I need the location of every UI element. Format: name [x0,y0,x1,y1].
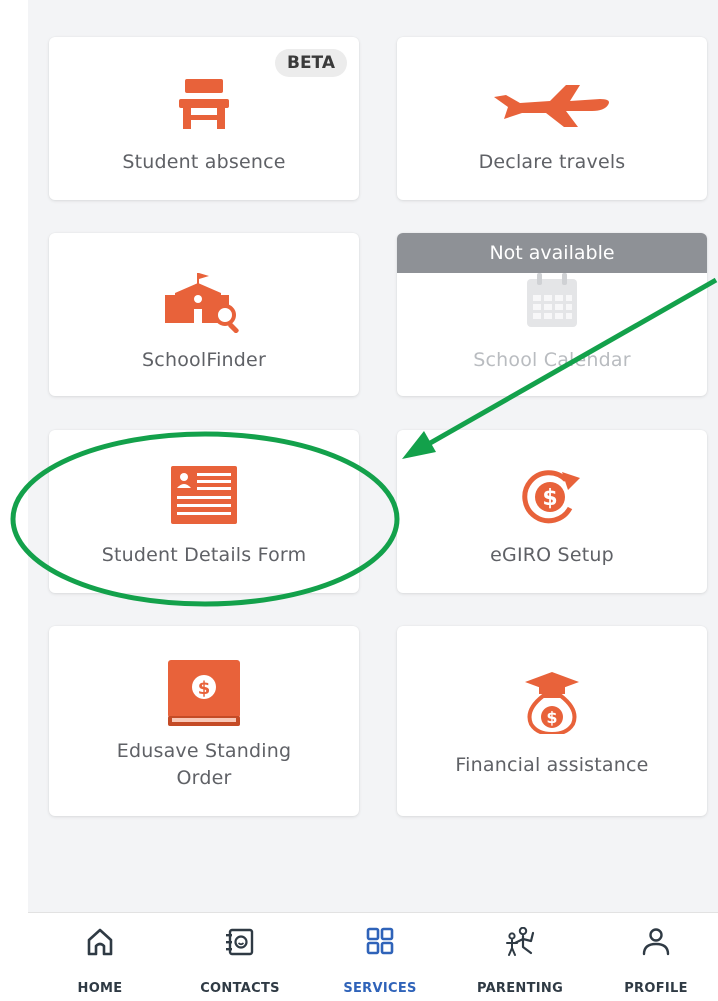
svg-text:$: $ [542,486,557,511]
nav-parenting-label: PARENTING [476,981,564,996]
financial-assistance-label: Financial assistance [455,754,649,776]
grid-icon [366,927,394,955]
nav-profile-label: PROFILE [624,981,688,996]
contacts-icon [226,928,254,956]
school-calendar-tile: Not available School Calendar [397,233,707,396]
dollar-book-icon: $ [168,660,240,726]
nav-home[interactable]: HOME [40,913,160,1001]
svg-text:$: $ [546,708,557,727]
beta-badge: BETA [274,49,347,77]
nav-services-label: SERVICES [343,981,417,996]
nav-contacts-label: CONTACTS [200,981,280,996]
egiro-setup-tile[interactable]: $ eGIRO Setup [397,430,707,593]
parent-child-icon [506,927,535,956]
financial-assistance-tile[interactable]: $ Financial assistance [397,626,707,816]
student-details-form-tile[interactable]: Student Details Form [49,430,359,593]
form-icon [171,466,237,524]
nav-home-label: HOME [77,981,123,996]
person-icon [642,928,670,956]
student-details-form-label: Student Details Form [101,544,307,566]
declare-travels-label: Declare travels [478,151,626,173]
bottom-nav: HOME CONTACTS SERVICES PARENTING PROFILE [28,912,718,1001]
nav-services[interactable]: SERVICES [320,913,440,1001]
student-absence-tile[interactable]: BETA Student absence [49,37,359,200]
desk-icon [179,79,229,129]
nav-contacts[interactable]: CONTACTS [180,913,300,1001]
declare-travels-tile[interactable]: Declare travels [397,37,707,200]
money-bag-graduate-icon: $ [525,672,579,734]
edusave-standing-order-tile[interactable]: $ Edusave Standing Order [49,626,359,816]
svg-text:$: $ [198,678,211,699]
edusave-standing-order-label: Edusave Standing Order [49,738,359,792]
egiro-setup-label: eGIRO Setup [490,544,614,566]
airplane-icon [494,85,609,127]
school-calendar-label: School Calendar [473,349,631,371]
school-search-icon [165,273,239,333]
schoolfinder-tile[interactable]: SchoolFinder [49,233,359,396]
student-absence-label: Student absence [122,151,286,173]
not-available-banner: Not available [397,233,707,273]
edusave-label-line1: Edusave Standing [116,740,292,762]
schoolfinder-label: SchoolFinder [142,349,266,371]
nav-parenting[interactable]: PARENTING [460,913,580,1001]
calendar-icon [527,273,577,327]
nav-profile[interactable]: PROFILE [596,913,716,1001]
services-screen: BETA Student absence Declare travels Sch… [28,0,718,1001]
home-icon [87,928,113,956]
dollar-cycle-icon: $ [522,470,580,524]
edusave-label-line2: Order [176,767,232,789]
